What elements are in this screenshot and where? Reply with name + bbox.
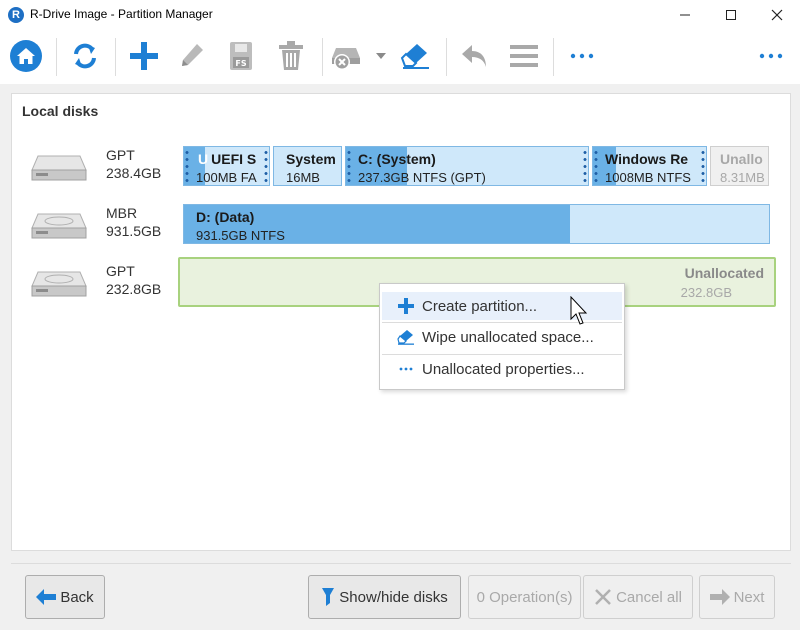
partition-c-system[interactable]: C: (System) 237.3GB NTFS (GPT) (345, 146, 589, 186)
ellipsis-icon (397, 360, 415, 378)
disk-size: 232.8GB (106, 281, 162, 297)
toolbar-separator (322, 38, 323, 76)
edit-button[interactable] (172, 36, 212, 76)
minimize-icon (680, 14, 690, 16)
partition-info: 1008MB NTFS (605, 170, 691, 185)
operations-button[interactable]: 0 Operation(s) (468, 575, 581, 619)
menu-item-label: Unallocated properties... (422, 360, 585, 378)
delete-icon (279, 41, 303, 70)
wipe-eraser-icon (400, 44, 429, 69)
partition-info: 931.5GB NTFS (196, 228, 285, 243)
hard-disk-icon (31, 271, 87, 297)
partition-name: D: (Data) (196, 209, 255, 225)
cancel-all-button[interactable]: Cancel all (583, 575, 693, 619)
partition-info: 8.31MB (720, 170, 765, 185)
partition-name: System (286, 151, 336, 167)
menu-item-label: Wipe unallocated space... (422, 328, 594, 346)
edit-icon (182, 44, 203, 66)
home-icon (10, 40, 42, 72)
menu-lines-icon (510, 45, 538, 67)
disk-type: GPT (106, 147, 135, 163)
create-button[interactable] (124, 36, 164, 76)
partition-info: 100MB FA (196, 170, 257, 185)
section-title: Local disks (22, 103, 99, 119)
format-fs-icon: FS (230, 42, 252, 70)
cancel-x-icon (594, 588, 612, 606)
arrow-left-icon (36, 589, 57, 605)
disk-row-2[interactable]: MBR 931.5GB D: (Data) 931.5GB NTFS (12, 202, 792, 252)
disk-type: MBR (106, 205, 138, 221)
undo-icon (462, 45, 486, 67)
svg-text:FS: FS (235, 59, 246, 68)
toolbar-separator (446, 38, 447, 76)
show-hide-disks-button[interactable]: Show/hide disks (308, 575, 461, 619)
back-button[interactable]: Back (25, 575, 105, 619)
partition-info: 237.3GB NTFS (GPT) (358, 170, 486, 185)
back-label: Back (60, 588, 94, 606)
toolbar-separator (115, 38, 116, 76)
disk-action-dropdown[interactable] (371, 36, 391, 76)
add-icon (130, 42, 158, 70)
filter-icon (321, 587, 335, 607)
partition-name: Windows Re (605, 151, 689, 167)
disk-action-button[interactable] (330, 36, 364, 76)
partition-windows-re[interactable]: Windows Re 1008MB NTFS (592, 146, 707, 186)
disk-size: 238.4GB (106, 165, 162, 181)
menu-item-unallocated-properties[interactable]: Unallocated properties... (382, 355, 622, 383)
close-button[interactable] (754, 0, 800, 30)
delete-button[interactable] (271, 36, 311, 76)
eraser-icon (397, 328, 415, 346)
next-label: Next (733, 588, 765, 606)
partition-name: Unallo (720, 151, 763, 167)
dropdown-arrow-icon (376, 53, 386, 59)
maximize-button[interactable] (708, 0, 754, 30)
mouse-cursor-icon (570, 296, 588, 325)
close-icon (771, 9, 783, 21)
undo-button[interactable] (455, 36, 495, 76)
partition-info: 16MB (286, 170, 320, 185)
toolbar-separator (56, 38, 57, 76)
disk-remove-icon (332, 48, 360, 70)
maximize-icon (726, 10, 736, 20)
disk-type: GPT (106, 263, 135, 279)
more-right-icon (759, 53, 783, 59)
next-button[interactable]: Next (699, 575, 775, 619)
partition-d-data[interactable]: D: (Data) 931.5GB NTFS (183, 204, 770, 244)
show-hide-label: Show/hide disks (339, 588, 448, 606)
toolbar: FS (0, 30, 800, 84)
partition-system[interactable]: System 16MB (273, 146, 342, 186)
operations-label: 0 Operation(s) (476, 588, 573, 606)
more-right-button[interactable] (751, 36, 791, 76)
cancel-all-label: Cancel all (616, 588, 682, 606)
home-button[interactable] (6, 36, 46, 76)
menu-item-label: Create partition... (422, 297, 538, 315)
disk-size: 931.5GB (106, 223, 162, 239)
wipe-button[interactable] (396, 36, 436, 76)
app-logo-icon: R (8, 7, 24, 23)
title-bar: R R-Drive Image - Partition Manager (0, 0, 800, 30)
hard-disk-icon (31, 213, 87, 239)
partition-unallocated-small[interactable]: Unallo 8.31MB (710, 146, 769, 186)
toolbar-separator (553, 38, 554, 76)
plus-icon (397, 297, 415, 315)
more-icon (570, 53, 594, 59)
more-button[interactable] (562, 36, 602, 76)
menu-button[interactable] (504, 36, 544, 76)
window-title: R-Drive Image - Partition Manager (30, 7, 213, 21)
partition-uefi[interactable]: U UEFI S 100MB FA (183, 146, 270, 186)
partition-name: Unallocated (684, 265, 764, 281)
refresh-icon (74, 43, 96, 69)
partition-name: C: (System) (358, 151, 436, 167)
partition-info: 232.8GB (680, 285, 732, 300)
format-button[interactable]: FS (221, 36, 261, 76)
disk-row-1[interactable]: GPT 238.4GB U UEFI S 100MB FA System 16MB… (12, 144, 792, 194)
arrow-right-icon (709, 589, 730, 605)
hard-disk-icon (31, 155, 87, 181)
minimize-button[interactable] (662, 0, 708, 30)
partition-name: U UEFI S (198, 151, 257, 167)
refresh-button[interactable] (65, 36, 105, 76)
